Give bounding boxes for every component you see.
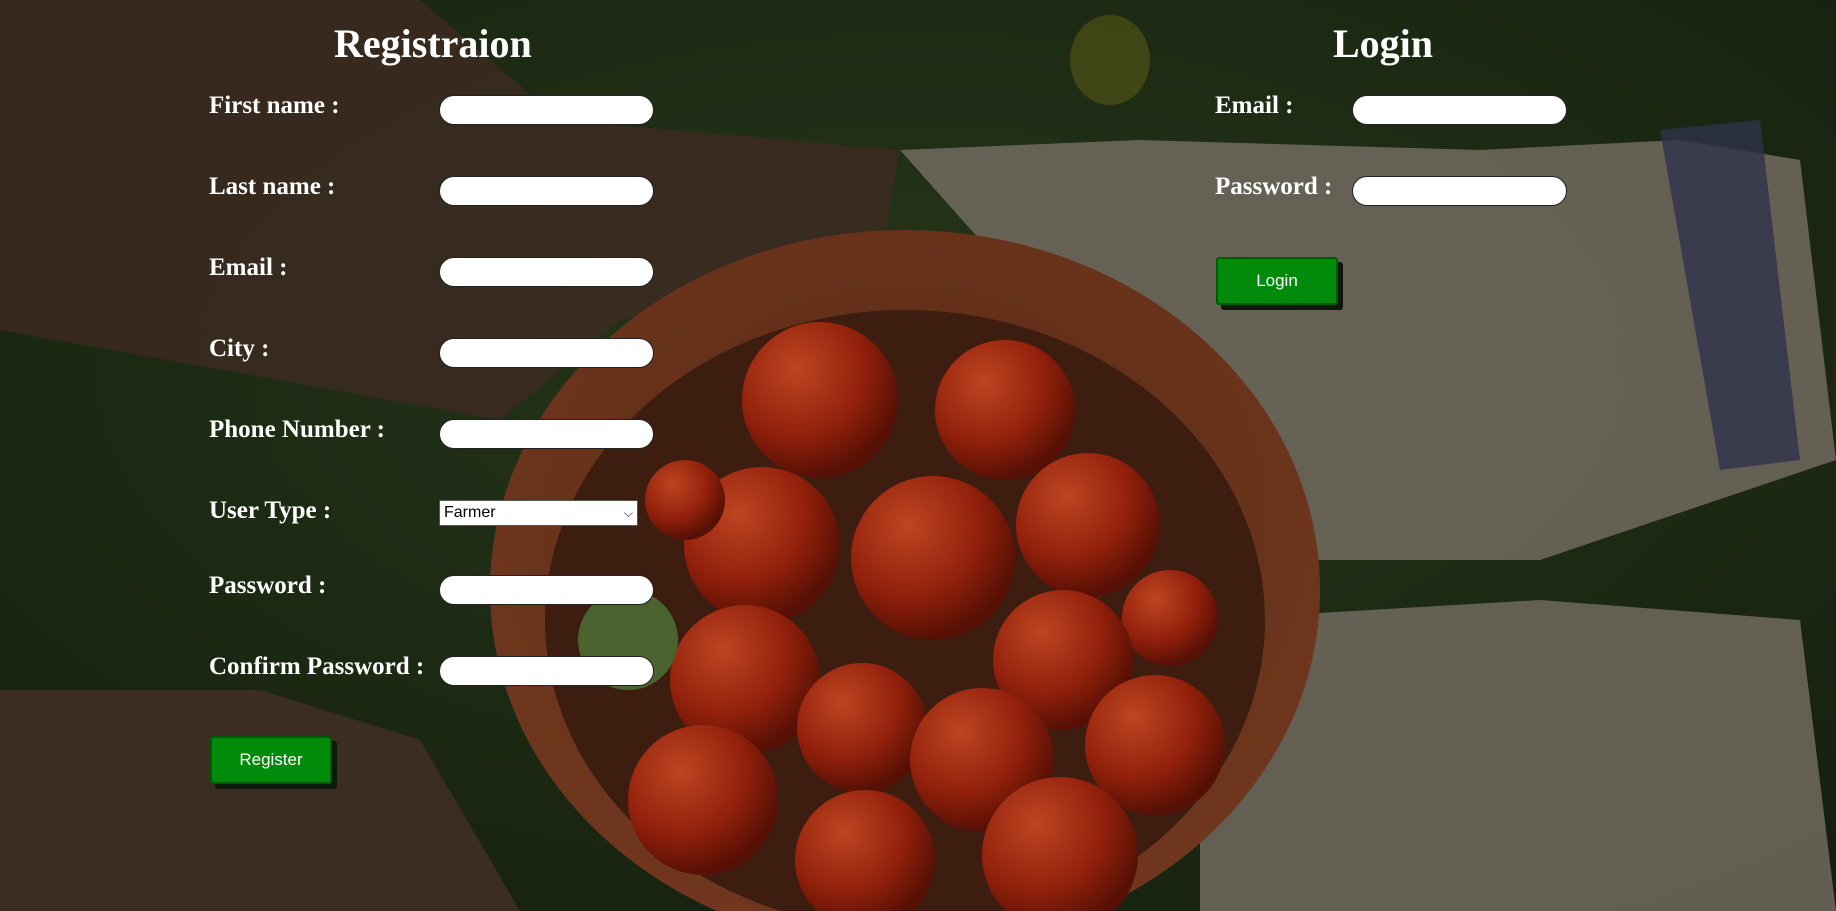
confirm-password-label: Confirm Password : bbox=[209, 653, 425, 680]
login-password-label: Password : bbox=[1215, 173, 1333, 200]
city-input[interactable] bbox=[439, 338, 654, 368]
login-email-input[interactable] bbox=[1352, 95, 1567, 125]
phone-number-label: Phone Number : bbox=[209, 416, 385, 443]
user-type-select[interactable]: Farmer ⌵ bbox=[439, 500, 638, 526]
page-content: Registraion First name : Last name : Ema… bbox=[0, 0, 1836, 911]
city-label: City : bbox=[209, 335, 270, 362]
password-input[interactable] bbox=[439, 575, 654, 605]
chevron-down-icon: ⌵ bbox=[623, 505, 633, 520]
email-label: Email : bbox=[209, 254, 288, 281]
register-button[interactable]: Register bbox=[210, 736, 332, 784]
login-title: Login bbox=[1333, 21, 1434, 66]
login-email-label: Email : bbox=[1215, 92, 1294, 119]
phone-number-input[interactable] bbox=[439, 419, 654, 449]
registration-title: Registraion bbox=[334, 21, 532, 66]
login-button[interactable]: Login bbox=[1216, 257, 1338, 305]
user-type-selected-value: Farmer bbox=[444, 504, 496, 521]
last-name-input[interactable] bbox=[439, 176, 654, 206]
login-password-input[interactable] bbox=[1352, 176, 1567, 206]
first-name-label: First name : bbox=[209, 92, 340, 119]
first-name-input[interactable] bbox=[439, 95, 654, 125]
confirm-password-input[interactable] bbox=[439, 656, 654, 686]
email-input[interactable] bbox=[439, 257, 654, 287]
last-name-label: Last name : bbox=[209, 173, 336, 200]
password-label: Password : bbox=[209, 572, 327, 599]
user-type-label: User Type : bbox=[209, 497, 332, 524]
